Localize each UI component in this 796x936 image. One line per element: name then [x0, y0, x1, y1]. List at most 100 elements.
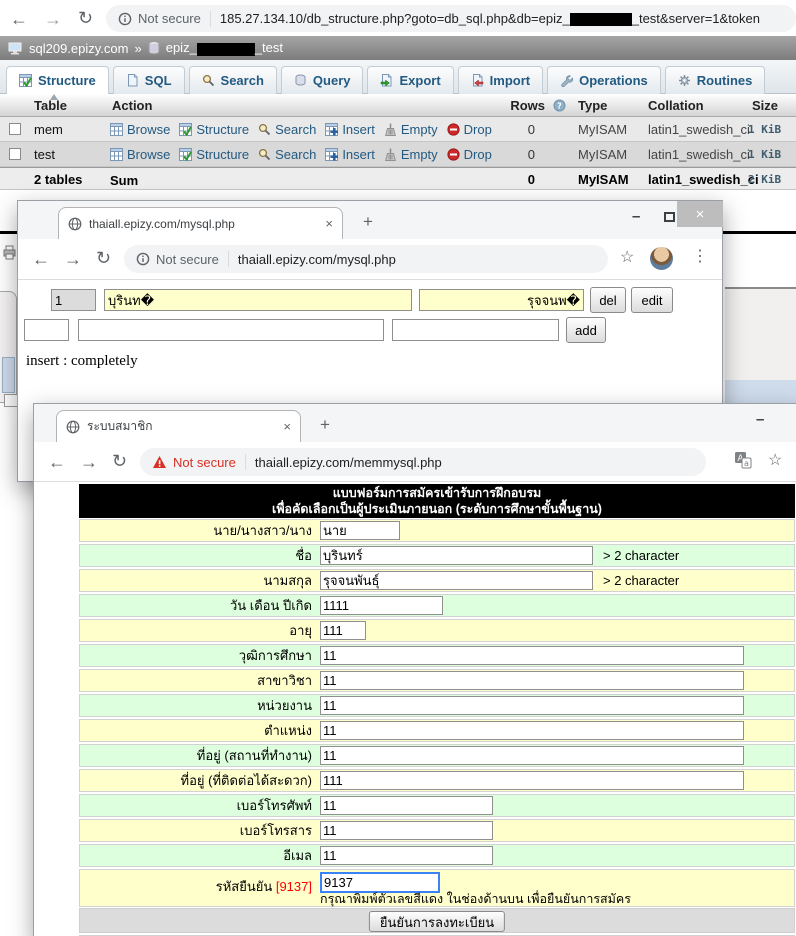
breadcrumb-database[interactable]: epiz__test: [166, 40, 283, 55]
info-icon[interactable]: [136, 252, 150, 266]
row-checkbox[interactable]: [9, 148, 21, 160]
empty-icon: [384, 148, 397, 161]
field-work-address[interactable]: [320, 746, 744, 765]
form-row-email: อีเมล: [79, 844, 795, 867]
address-bar[interactable]: Not secure thaiall.epizy.com/memmysql.ph…: [140, 448, 706, 476]
forward-icon[interactable]: →: [80, 453, 98, 471]
row-checkbox[interactable]: [9, 123, 21, 135]
action-search[interactable]: Search: [258, 147, 316, 162]
search-icon: [202, 74, 215, 87]
action-drop[interactable]: Drop: [447, 147, 492, 162]
globe-icon: [68, 217, 82, 231]
field-birthdate[interactable]: [320, 596, 443, 615]
new-surname-input[interactable]: [392, 319, 559, 341]
close-icon[interactable]: ×: [677, 201, 723, 227]
minimize-icon[interactable]: –: [632, 209, 640, 224]
pma-tab-sql[interactable]: SQL: [113, 66, 185, 94]
pma-tab-operations[interactable]: Operations: [547, 66, 661, 94]
forward-icon[interactable]: →: [64, 250, 82, 268]
bookmark-star-icon[interactable]: ☆: [768, 453, 782, 469]
help-icon[interactable]: ?: [553, 99, 566, 112]
del-button[interactable]: del: [590, 287, 626, 313]
table-name[interactable]: mem: [34, 117, 63, 142]
edit-button[interactable]: edit: [631, 287, 673, 313]
globe-icon: [66, 420, 80, 434]
w2-url-row: ← → ↻ Not secure thaiall.epizy.com/mysql…: [18, 239, 722, 280]
pma-tab-import[interactable]: Import: [458, 66, 543, 94]
bookmark-star-icon[interactable]: ☆: [620, 250, 634, 266]
tab-close-icon[interactable]: ×: [325, 216, 333, 231]
reload-icon[interactable]: ↻: [112, 452, 127, 470]
structure-icon: [19, 74, 32, 87]
field-organization[interactable]: [320, 696, 744, 715]
add-button[interactable]: add: [566, 317, 606, 343]
action-browse[interactable]: Browse: [110, 122, 170, 137]
w3-tab[interactable]: ระบบสมาชิก ×: [56, 410, 301, 442]
sum-rows: 0: [495, 168, 535, 191]
back-icon[interactable]: ←: [48, 453, 66, 471]
pma-tab-search[interactable]: Search: [189, 66, 277, 94]
submit-button[interactable]: ยืนยันการลงทะเบียน: [369, 911, 505, 932]
verify-code-input[interactable]: [320, 872, 440, 893]
back-icon[interactable]: ←: [32, 250, 50, 268]
address-bar[interactable]: Not secure 185.27.134.10/db_structure.ph…: [106, 5, 796, 32]
field-prefix[interactable]: [320, 521, 400, 540]
pma-tab-routines[interactable]: Routines: [665, 66, 766, 94]
pma-tab-export[interactable]: Export: [367, 66, 453, 94]
menu-dots-icon[interactable]: ⋮: [692, 249, 708, 265]
field-position[interactable]: [320, 721, 744, 740]
pma-tab-bar-bg: StructureSQLSearchQueryExportImportOpera…: [0, 60, 796, 94]
new-id-input[interactable]: [24, 319, 69, 341]
export-icon: [380, 74, 393, 87]
maximize-icon[interactable]: [664, 212, 675, 222]
action-insert[interactable]: Insert: [325, 122, 375, 137]
profile-avatar[interactable]: [650, 247, 673, 270]
record-id-input[interactable]: [51, 289, 96, 311]
field-email[interactable]: [320, 846, 493, 865]
w2-tab[interactable]: thaiall.epizy.com/mysql.php ×: [58, 207, 343, 239]
field-phone[interactable]: [320, 796, 493, 815]
action-structure[interactable]: Structure: [179, 122, 249, 137]
record-surname-input[interactable]: [419, 289, 584, 311]
pma-tab-query[interactable]: Query: [281, 66, 364, 94]
field-label-prefix: นาย/นางสาว/นาง: [80, 520, 318, 541]
field-major[interactable]: [320, 671, 744, 690]
field-label-position: ตำแหน่ง: [80, 720, 318, 741]
new-name-input[interactable]: [78, 319, 384, 341]
query-icon: [294, 74, 307, 87]
breadcrumb-server[interactable]: sql209.epizy.com: [29, 41, 128, 56]
action-browse[interactable]: Browse: [110, 147, 170, 162]
forward-icon[interactable]: →: [44, 10, 62, 28]
action-insert[interactable]: Insert: [325, 147, 375, 162]
field-fax[interactable]: [320, 821, 493, 840]
pma-tab-structure[interactable]: Structure: [6, 66, 109, 94]
field-label-education: วุฒิการศึกษา: [80, 645, 318, 666]
field-contact-address[interactable]: [320, 771, 744, 790]
verify-label: รหัสยืนยัน [9137]: [80, 870, 318, 906]
field-first-name[interactable]: [320, 546, 593, 565]
reload-icon[interactable]: ↻: [96, 249, 111, 267]
action-search[interactable]: Search: [258, 122, 316, 137]
warning-icon[interactable]: [152, 455, 167, 469]
translate-icon[interactable]: Aa: [734, 451, 752, 469]
form-title-line2: เพื่อคัดเลือกเป็นผู้ประเมินภายนอก (ระดับ…: [79, 501, 795, 517]
field-last-name[interactable]: [320, 571, 593, 590]
reload-icon[interactable]: ↻: [78, 9, 93, 27]
action-empty[interactable]: Empty: [384, 122, 438, 137]
new-tab-icon[interactable]: +: [320, 416, 330, 433]
minimize-icon[interactable]: –: [756, 412, 764, 427]
field-age[interactable]: [320, 621, 366, 640]
new-tab-icon[interactable]: +: [363, 213, 373, 230]
action-empty[interactable]: Empty: [384, 147, 438, 162]
info-icon[interactable]: [118, 12, 132, 26]
background-panel-right-accent: [725, 380, 796, 403]
address-bar[interactable]: Not secure thaiall.epizy.com/mysql.php: [124, 245, 608, 273]
record-name-input[interactable]: [104, 289, 412, 311]
back-icon[interactable]: ←: [10, 10, 28, 28]
action-drop[interactable]: Drop: [447, 122, 492, 137]
action-structure[interactable]: Structure: [179, 147, 249, 162]
table-name[interactable]: test: [34, 142, 55, 167]
field-education[interactable]: [320, 646, 744, 665]
tab-close-icon[interactable]: ×: [283, 419, 291, 434]
printer-icon[interactable]: [2, 245, 17, 260]
